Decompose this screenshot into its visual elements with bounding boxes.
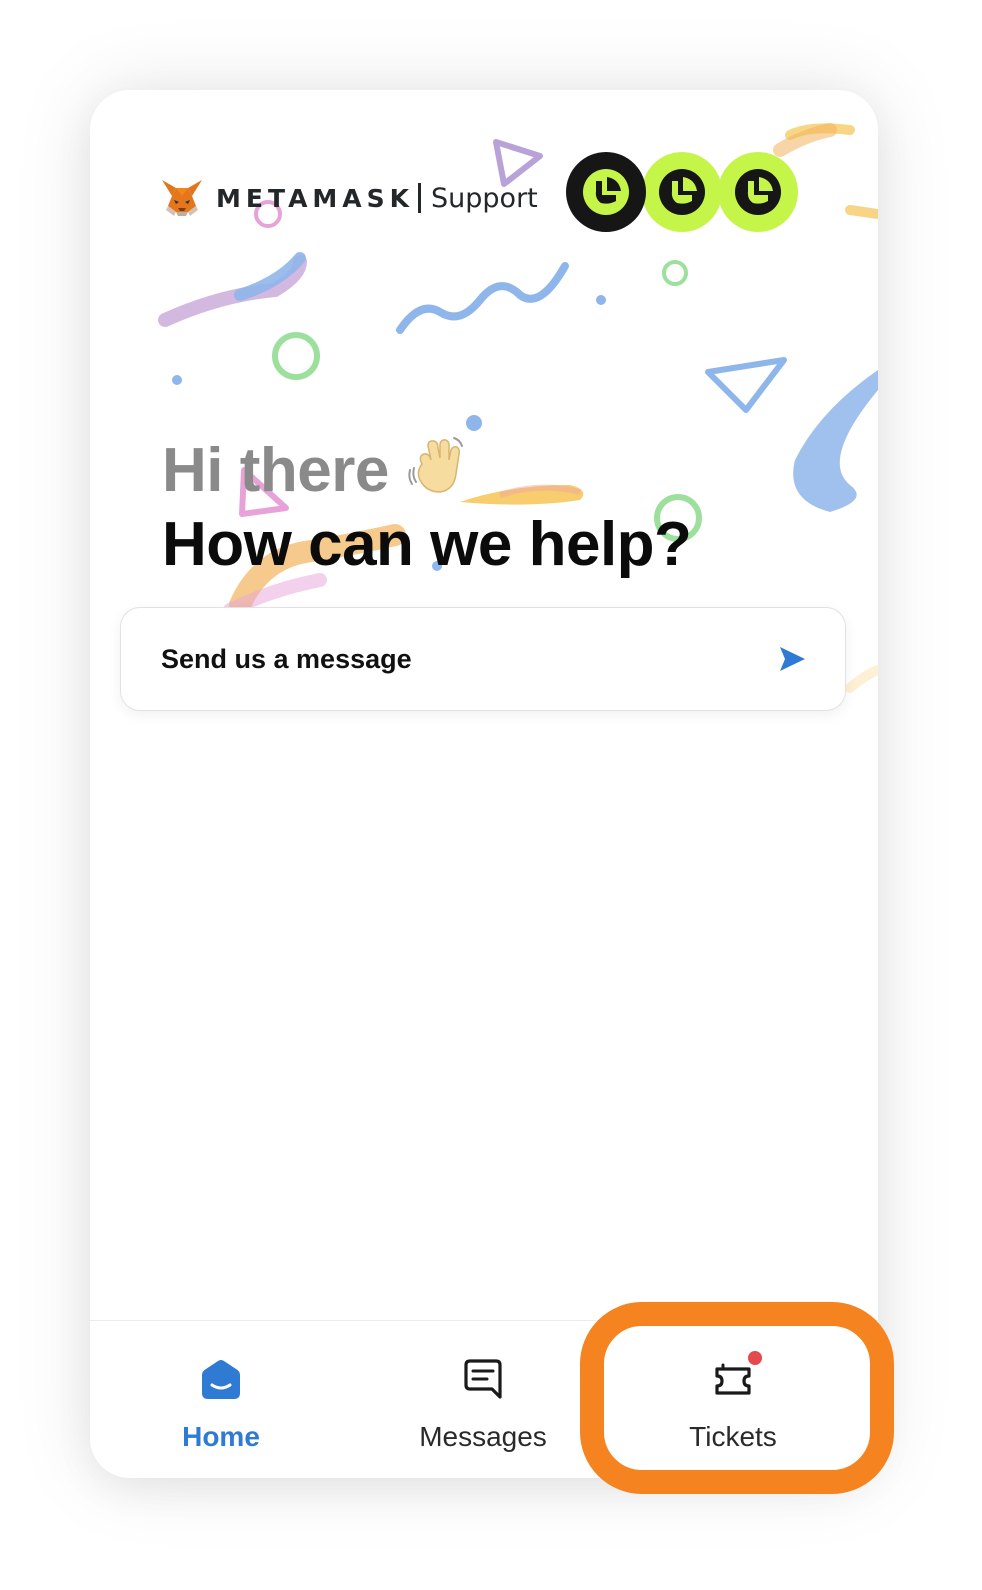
messages-icon xyxy=(460,1357,506,1403)
nav-item-tickets[interactable]: Tickets xyxy=(602,1321,864,1478)
brand-support-label: Support xyxy=(431,182,538,214)
nav-label-home: Home xyxy=(182,1421,260,1452)
bottom-nav: Home Messages Tickets xyxy=(90,1320,878,1478)
ticket-icon xyxy=(710,1351,762,1403)
team-avatar xyxy=(566,152,646,232)
avatar-logo-icon xyxy=(659,169,705,215)
brand-header: METAMASK Support xyxy=(160,178,538,218)
metamask-fox-logo xyxy=(162,180,202,216)
nav-item-home[interactable]: Home xyxy=(90,1321,352,1478)
send-message-button[interactable]: Send us a message xyxy=(120,607,846,711)
notification-dot xyxy=(748,1351,762,1365)
send-arrow-icon xyxy=(780,647,805,671)
support-widget: METAMASK Support Hi there How can we hel… xyxy=(90,90,878,1478)
waving-hand-icon xyxy=(408,437,463,493)
nav-label-tickets: Tickets xyxy=(689,1421,777,1452)
send-message-label: Send us a message xyxy=(161,643,412,674)
avatar-logo-icon xyxy=(583,169,629,215)
team-avatar xyxy=(642,152,722,232)
team-avatar xyxy=(718,152,798,232)
home-icon xyxy=(198,1357,244,1403)
headline: How can we help? xyxy=(162,510,692,579)
nav-item-messages[interactable]: Messages xyxy=(352,1321,614,1478)
greeting-text: Hi there xyxy=(162,436,389,505)
brand-divider xyxy=(418,183,422,213)
nav-label-messages: Messages xyxy=(419,1421,547,1452)
brand-name: METAMASK xyxy=(216,183,415,213)
avatar-logo-icon xyxy=(735,169,781,215)
